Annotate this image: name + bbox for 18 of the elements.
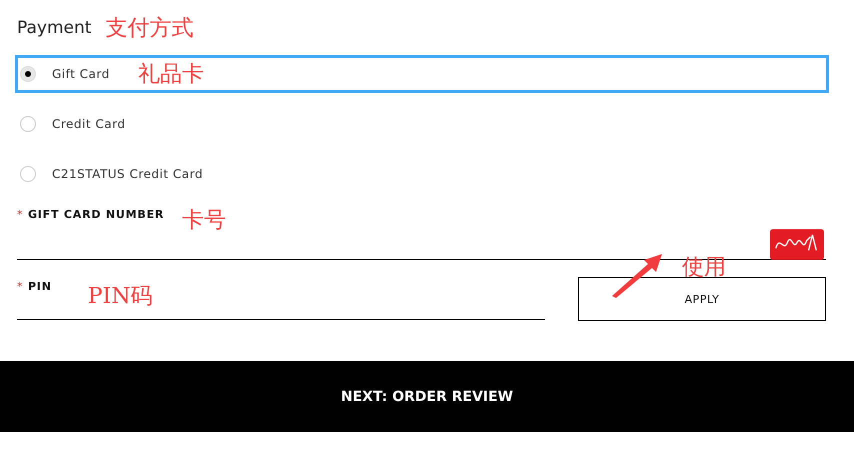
annotation-text: 使用	[682, 257, 726, 279]
annotation-arrow	[610, 252, 664, 298]
radio-button[interactable]	[20, 116, 36, 132]
annotation-text: 卡号	[182, 207, 226, 235]
field-label: * GIFT CARD NUMBER	[17, 207, 164, 221]
annotation-text: 支付方式	[105, 15, 194, 43]
option-label[interactable]: Credit Card	[52, 117, 126, 131]
radio-button[interactable]	[20, 66, 36, 82]
option-label[interactable]: Gift Card	[52, 67, 110, 81]
option-label[interactable]: C21STATUS Credit Card	[52, 167, 203, 181]
annotation-text: PIN码	[88, 283, 152, 311]
section-title: Payment	[17, 18, 92, 38]
next-button[interactable]: NEXT: ORDER REVIEW	[0, 361, 854, 432]
annotation-text: 礼品卡	[138, 61, 204, 89]
radio-button[interactable]	[20, 166, 36, 182]
field-label: * PIN	[17, 279, 52, 293]
card-logo-icon	[770, 229, 824, 260]
apply-button[interactable]: APPLY	[578, 277, 826, 321]
